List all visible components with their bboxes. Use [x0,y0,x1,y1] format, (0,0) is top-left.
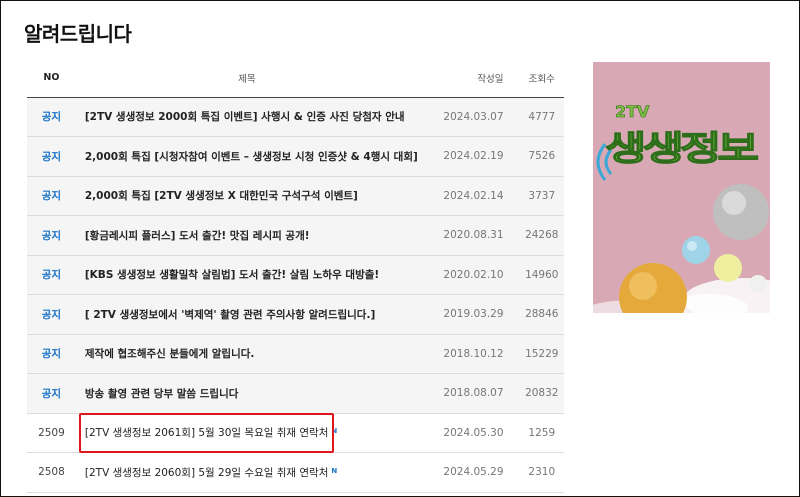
row-views: 28846 [519,294,564,335]
notice-row[interactable]: 공지 [2TV 생생정보 2000회 특집 이벤트] 사행시 & 인증 사진 당첨… [27,97,564,137]
row-title-cell: [KBS 생생정보 생활밀착 살림법] 도서 출간! 살림 노하우 대방출! [75,255,418,295]
notice-row[interactable]: 공지 [ 2TV 생생정보에서 '벽제역' 촬영 관련 주의사항 알려드립니다.]… [27,294,564,335]
header-no: NO [27,59,76,98]
row-date: 2024.05.30 [417,413,520,453]
row-title-cell: 2,000회 특집 [시청자참여 이벤트 – 생생정보 시청 인증샷 & 4행시… [75,136,418,177]
row-views: 3737 [519,176,564,216]
row-views: 7526 [519,136,564,177]
row-title-cell: [2TV 생생정보 2060회] 5월 29일 수요일 취재 연락처 N [75,452,418,493]
post-title-link[interactable]: 2,000회 특집 [시청자참여 이벤트 – 생생정보 시청 인증샷 & 4행시… [85,149,418,164]
row-date: 2018.08.07 [417,373,520,414]
new-badge-icon: N [331,466,338,475]
row-number: 2509 [27,413,76,453]
program-banner[interactable]: 2TV 생생정보 [593,62,770,313]
notice-label: 공지 [27,373,76,414]
post-title-link[interactable]: 2,000회 특집 [2TV 생생정보 X 대한민국 구석구석 이벤트] [85,188,358,203]
row-date: 2020.08.31 [417,215,520,256]
notice-label: 공지 [27,176,76,216]
row-title-cell: [2TV 생생정보 2000회 특집 이벤트] 사행시 & 인증 사진 당첨자 … [75,97,418,137]
notice-label: 공지 [27,334,76,374]
post-title-link[interactable]: [2TV 생생정보 2060회] 5월 29일 수요일 취재 연락처 [85,465,329,480]
banner-logo-main: 생생정보 [605,129,759,169]
notice-row[interactable]: 공지 제작에 협조해주신 분들에게 알립니다. 2018.10.12 15229 [27,334,564,374]
notice-label: 공지 [27,215,76,256]
row-date: 2024.03.07 [417,97,520,137]
post-title-link[interactable]: 제작에 협조해주신 분들에게 알립니다. [85,346,255,361]
row-title-cell: 방송 촬영 관련 당부 말씀 드립니다 [75,373,418,414]
notice-row[interactable]: 공지 [황금레시피 플러스] 도서 출간! 맛집 레시피 공개! 2020.08.3… [27,215,564,256]
row-date: 2024.02.19 [417,136,520,177]
notice-label: 공지 [27,294,76,335]
row-date: 2024.02.14 [417,176,520,216]
notice-label: 공지 [27,136,76,177]
row-date: 2018.10.12 [417,334,520,374]
row-views: 15229 [519,334,564,374]
row-date: 2024.05.29 [417,452,520,493]
row-views: 20832 [519,373,564,414]
table-row[interactable]: 2508 [2TV 생생정보 2060회] 5월 29일 수요일 취재 연락처 N 2… [27,452,564,493]
notice-label: 공지 [27,97,76,137]
post-title-link[interactable]: 방송 촬영 관련 당부 말씀 드립니다 [85,386,239,401]
post-title-link[interactable]: [2TV 생생정보 2000회 특집 이벤트] 사행시 & 인증 사진 당첨자 … [85,109,405,124]
row-views: 2310 [519,452,564,493]
post-title-link[interactable]: [황금레시피 플러스] 도서 출간! 맛집 레시피 공개! [85,228,310,243]
post-title-link[interactable]: [ 2TV 생생정보에서 '벽제역' 촬영 관련 주의사항 알려드립니다.] [85,307,375,322]
header-views: 조회수 [519,59,564,98]
page-title: 알려드립니다 [24,22,132,46]
notice-row[interactable]: 공지 [KBS 생생정보 생활밀착 살림법] 도서 출간! 살림 노하우 대방출!… [27,255,564,295]
highlight-box [79,413,334,453]
row-views: 4777 [519,97,564,137]
row-views: 14960 [519,255,564,295]
row-date: 2019.03.29 [417,294,520,335]
notice-row[interactable]: 공지 2,000회 특집 [2TV 생생정보 X 대한민국 구석구석 이벤트] 20… [27,176,564,216]
row-number: 2508 [27,452,76,493]
row-views: 1259 [519,413,564,453]
banner-logo-top: 2TV [615,102,650,121]
row-title-cell: [황금레시피 플러스] 도서 출간! 맛집 레시피 공개! [75,215,418,256]
banner-artwork: 2TV 생생정보 [593,62,770,313]
row-title-cell: [ 2TV 생생정보에서 '벽제역' 촬영 관련 주의사항 알려드립니다.] [75,294,418,335]
notice-row[interactable]: 공지 방송 촬영 관련 당부 말씀 드립니다 2018.08.07 20832 [27,373,564,414]
header-title: 제목 [75,59,418,98]
post-title-link[interactable]: [KBS 생생정보 생활밀착 살림법] 도서 출간! 살림 노하우 대방출! [85,267,379,282]
notice-label: 공지 [27,255,76,295]
table-header-row: NO 제목 작성일 조회수 [27,59,564,98]
row-date: 2020.02.10 [417,255,520,295]
row-title-cell: 제작에 협조해주신 분들에게 알립니다. [75,334,418,374]
row-title-cell: 2,000회 특집 [2TV 생생정보 X 대한민국 구석구석 이벤트] [75,176,418,216]
row-views: 24268 [519,215,564,256]
notice-row[interactable]: 공지 2,000회 특집 [시청자참여 이벤트 – 생생정보 시청 인증샷 & 4… [27,136,564,177]
header-date: 작성일 [417,59,520,98]
